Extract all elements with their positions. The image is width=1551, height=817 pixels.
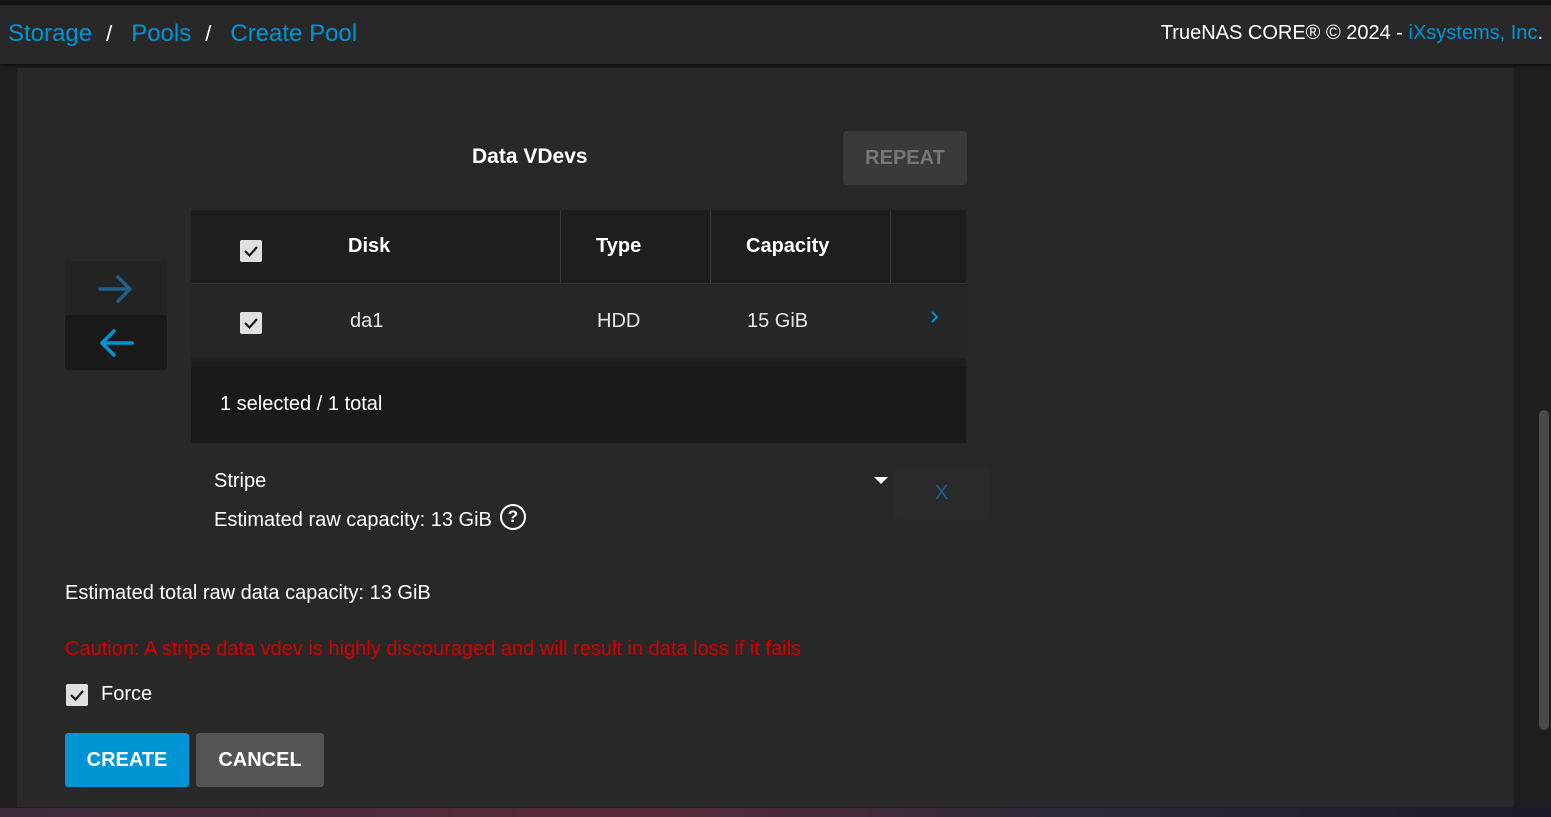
column-capacity[interactable]: Capacity (746, 210, 829, 283)
cell-disk: da1 (350, 309, 384, 332)
arrow-right-icon (98, 274, 132, 303)
breadcrumb-storage[interactable]: Storage (8, 20, 92, 48)
selection-count: 1 selected / 1 total (220, 393, 383, 415)
chevron-right-icon (931, 311, 939, 323)
force-checkbox-field[interactable]: Force (66, 683, 152, 706)
create-button[interactable]: CREATE (65, 733, 189, 787)
column-divider (710, 210, 711, 283)
copyright-notice: TrueNAS CORE® © 2024 - iXsystems, Inc. (1161, 22, 1543, 45)
checkmark-icon (244, 246, 258, 258)
vdev-disk-table: Disk Type Capacity da1 HDD 15 GiB 1 sele… (191, 210, 966, 443)
help-circle-icon[interactable]: ? (499, 503, 526, 530)
breadcrumb-separator: / (106, 21, 113, 46)
arrow-left-icon (100, 328, 134, 357)
column-type[interactable]: Type (596, 210, 641, 283)
column-divider (890, 210, 891, 283)
vdev-layout-select[interactable]: Stripe (214, 467, 890, 497)
checkmark-icon (70, 689, 84, 701)
ixsystems-link[interactable]: iXsystems, Inc (1409, 22, 1538, 44)
column-disk[interactable]: Disk (348, 210, 390, 283)
remove-vdev-button[interactable]: X (894, 467, 989, 519)
breadcrumb-pools[interactable]: Pools (131, 20, 191, 48)
estimated-raw-capacity: Estimated raw capacity: 13 GiB ? (214, 503, 526, 532)
table-row[interactable]: da1 HDD 15 GiB (191, 284, 966, 358)
cell-type: HDD (597, 309, 641, 332)
select-all-checkbox[interactable] (240, 240, 262, 262)
estimated-raw-capacity-text: Estimated raw capacity: 13 GiB (214, 509, 492, 531)
cell-capacity: 15 GiB (747, 309, 809, 332)
copyright-suffix: . (1537, 22, 1543, 44)
taskbar-edge (0, 808, 1551, 817)
vdev-layout-value: Stripe (214, 470, 267, 492)
expand-row-button[interactable] (929, 280, 941, 354)
column-divider (560, 210, 561, 283)
breadcrumb-separator: / (205, 21, 212, 46)
move-to-available-button[interactable] (65, 315, 167, 370)
caret-down-icon (874, 477, 888, 484)
move-to-vdev-button[interactable] (65, 261, 167, 316)
total-raw-capacity: Estimated total raw data capacity: 13 Gi… (65, 582, 431, 604)
copyright-text: TrueNAS CORE® © 2024 - (1160, 22, 1409, 44)
breadcrumb: Storage / Pools / Create Pool (8, 20, 357, 48)
checkmark-icon (244, 318, 258, 330)
data-vdevs-title: Data VDevs (472, 145, 588, 168)
row-checkbox[interactable] (240, 312, 262, 334)
breadcrumb-create-pool[interactable]: Create Pool (230, 20, 357, 48)
repeat-button[interactable]: REPEAT (843, 131, 967, 185)
top-bar: Storage / Pools / Create Pool TrueNAS CO… (0, 5, 1551, 64)
stripe-caution-message: Caution: A stripe data vdev is highly di… (65, 638, 801, 660)
table-footer: 1 selected / 1 total (191, 367, 966, 443)
cancel-button[interactable]: CANCEL (196, 733, 324, 787)
force-checkbox[interactable] (66, 683, 88, 706)
force-label: Force (101, 683, 153, 705)
page-scrollbar[interactable] (1539, 410, 1549, 730)
table-header: Disk Type Capacity (191, 210, 966, 284)
